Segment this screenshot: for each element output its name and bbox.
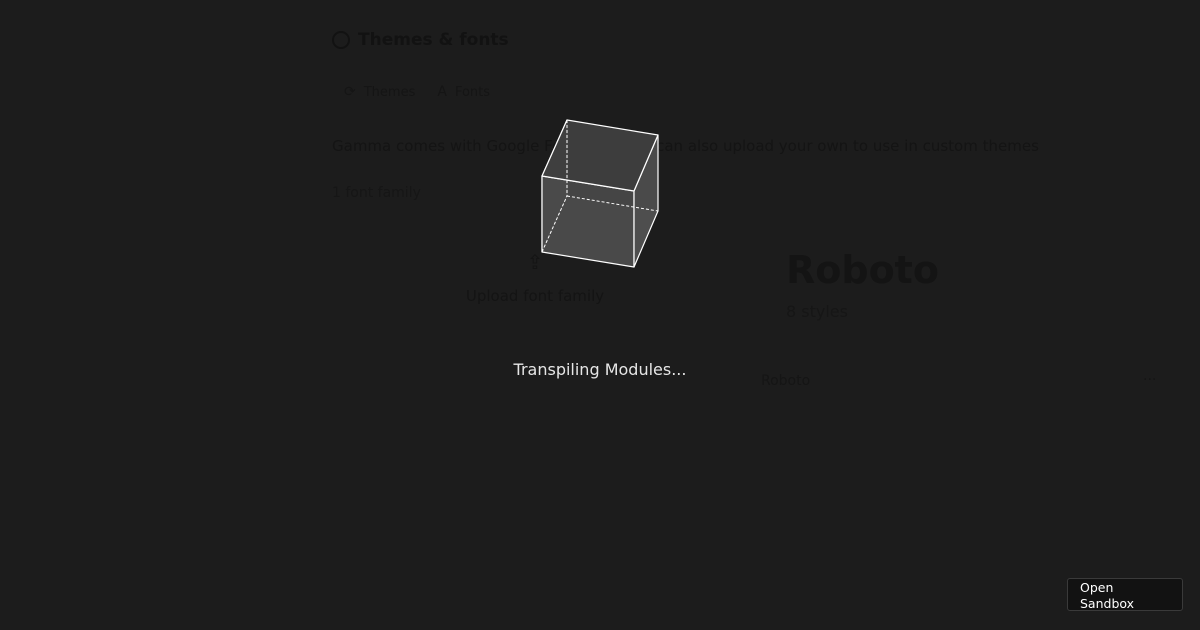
open-sandbox-button[interactable]: Open Sandbox [1067,578,1183,611]
sandbox-loading-screen: Themes & fonts ⟳ Themes A Fonts Gamma co… [0,0,1200,630]
loading-status-text: Transpiling Modules... [513,360,687,379]
cube-loader-icon [541,119,659,268]
loading-overlay: Transpiling Modules... Open Sandbox [0,0,1200,630]
